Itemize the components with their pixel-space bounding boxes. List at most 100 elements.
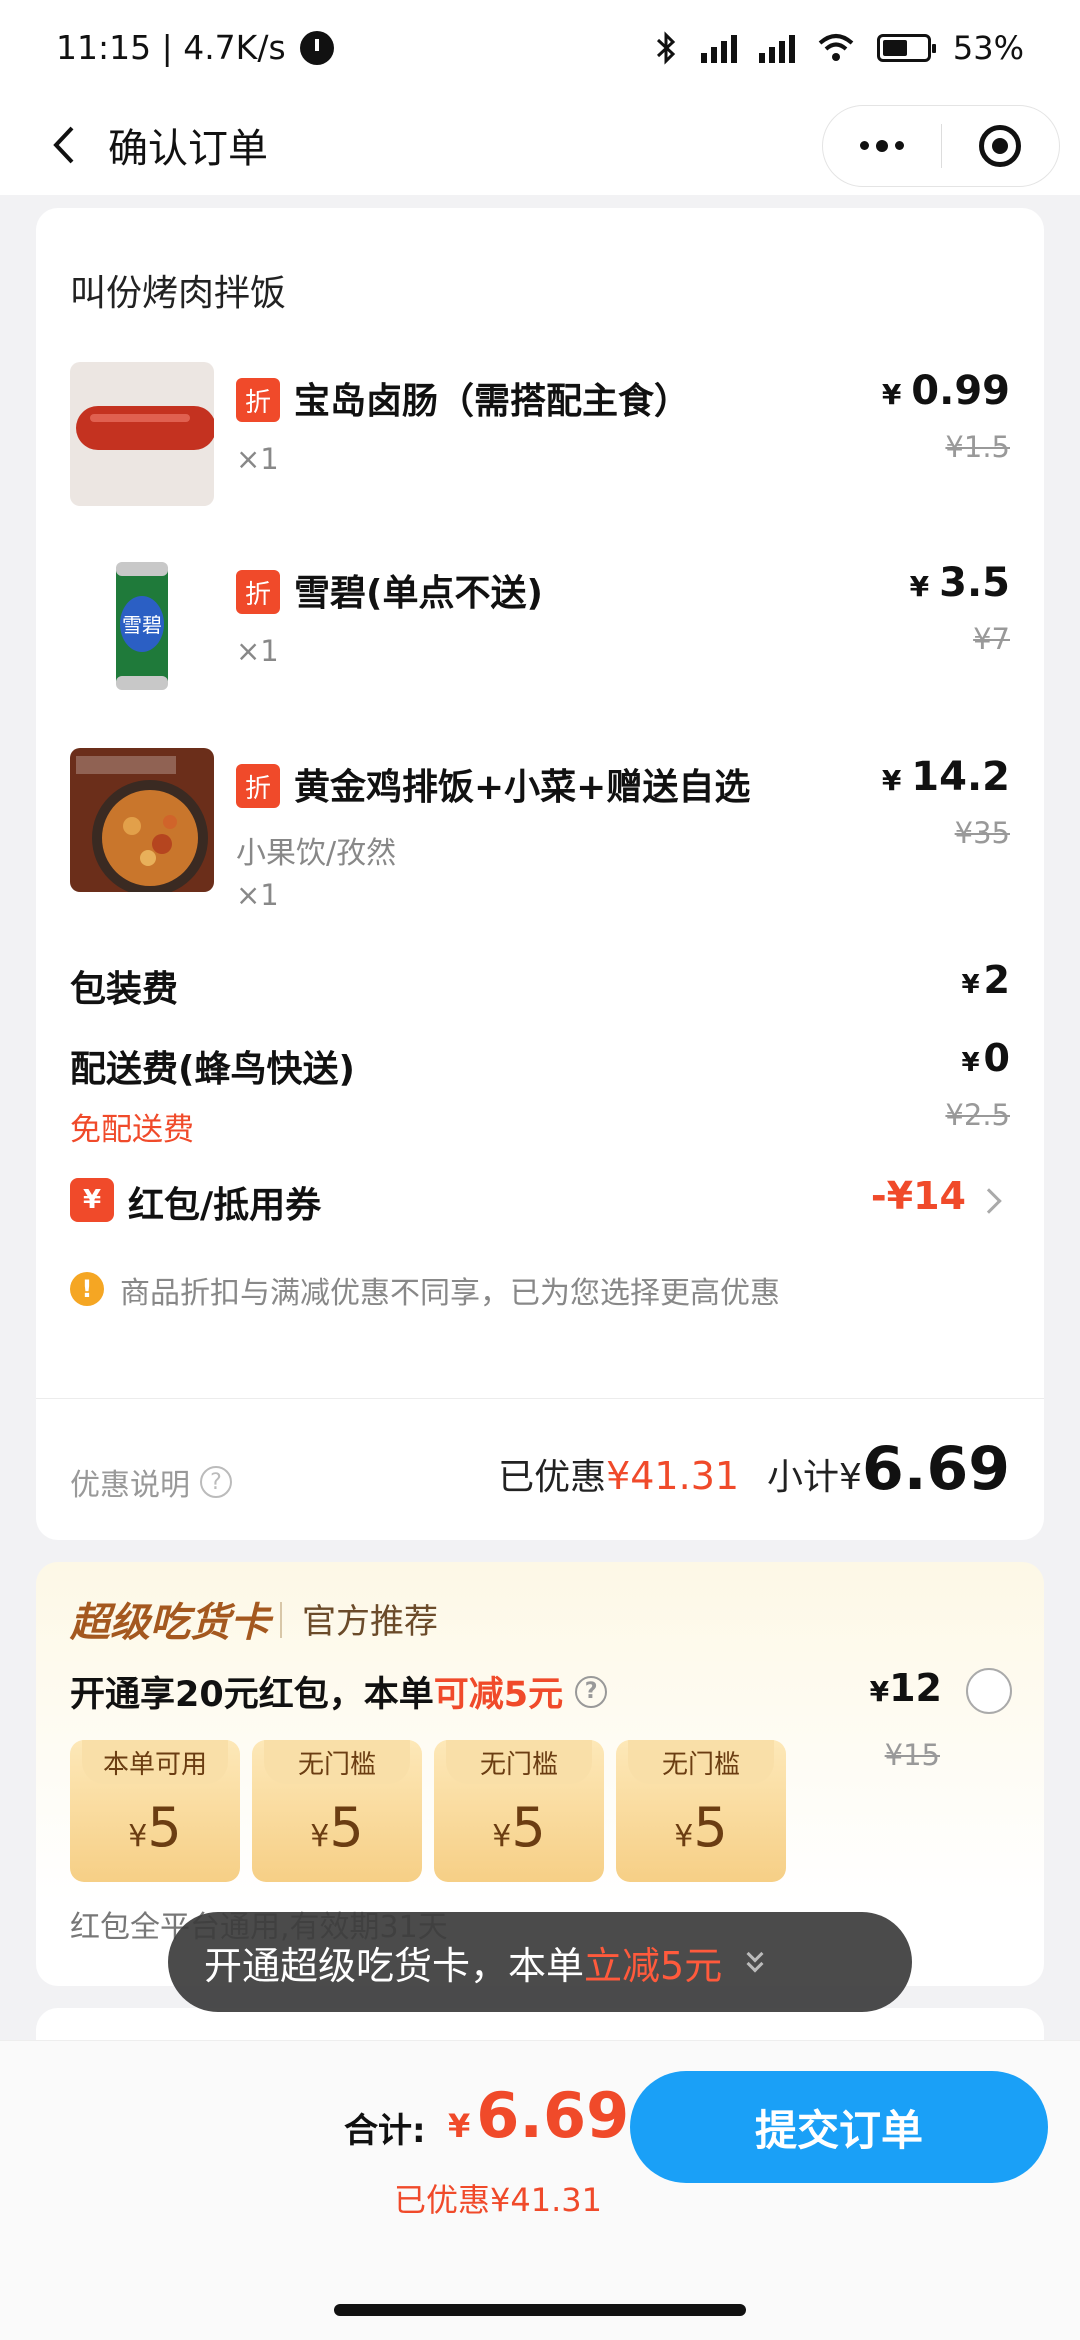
- order-card: 叫份烤肉拌饭 折 宝岛卤肠（需搭配主食） ×1 ¥0.99 ¥1.5 雪碧 折 …: [36, 208, 1044, 1540]
- voucher-amount-value: 5: [329, 1796, 364, 1859]
- yen-symbol: ¥: [310, 1819, 330, 1854]
- super-card-price-value: 12: [889, 1666, 942, 1710]
- voucher: 无门槛 ¥5: [616, 1740, 786, 1882]
- more-icon[interactable]: [823, 139, 941, 152]
- voucher-amount: ¥5: [616, 1796, 786, 1859]
- offer-highlight: 可减5元: [433, 1675, 564, 1715]
- voucher: 无门槛 ¥5: [252, 1740, 422, 1882]
- item-original-price: ¥7: [973, 622, 1010, 656]
- target-icon: [979, 125, 1022, 167]
- total-saved: 已优惠¥41.31: [394, 2181, 602, 2219]
- super-card-price: ¥12: [870, 1666, 942, 1710]
- total-label: 合计:: [344, 2111, 426, 2151]
- total-value: ¥6.69: [448, 2079, 629, 2152]
- battery-percent: 53%: [952, 28, 1024, 67]
- page-title: 确认订单: [108, 126, 268, 172]
- subtotal-value: 6.69: [861, 1434, 1010, 1504]
- order-item: 折 宝岛卤肠（需搭配主食） ×1 ¥0.99 ¥1.5: [70, 362, 1010, 512]
- back-button[interactable]: [34, 115, 94, 175]
- yen-symbol: ¥: [961, 1048, 980, 1078]
- voucher: 本单可用 ¥5: [70, 1740, 240, 1882]
- yen-symbol: ¥: [448, 2107, 471, 2145]
- bluetooth-icon: [656, 30, 676, 65]
- delivery-fee-label: 配送费(蜂鸟快送): [70, 1049, 355, 1090]
- item-price-value: 14.2: [911, 754, 1010, 800]
- packing-fee-value: ¥2: [961, 958, 1010, 1002]
- yen-symbol: ¥: [961, 970, 980, 1000]
- help-icon[interactable]: ?: [200, 1466, 232, 1498]
- help-icon[interactable]: ?: [575, 1675, 608, 1708]
- voucher-amount-value: 5: [147, 1796, 182, 1859]
- yen-symbol: ¥: [909, 570, 930, 603]
- super-card-radio[interactable]: [966, 1668, 1012, 1714]
- subtotal-label: 小计¥: [767, 1457, 862, 1498]
- yen-symbol: ¥: [492, 1819, 512, 1854]
- status-left: 11:15 | 4.7K/s: [56, 28, 334, 67]
- wifi-icon: [818, 33, 854, 61]
- divider: [36, 1398, 1044, 1399]
- miniapp-capsule: [822, 105, 1060, 187]
- voucher-amount-value: 5: [511, 1796, 546, 1859]
- chevron-left-icon: [53, 126, 74, 164]
- submit-order-button[interactable]: 提交订单: [630, 2071, 1048, 2183]
- item-name: 黄金鸡排饭+小菜+赠送自选: [294, 767, 751, 808]
- coupon-label[interactable]: 红包/抵用券: [128, 1176, 321, 1228]
- item-original-price: ¥1.5: [945, 430, 1010, 464]
- yen-symbol: ¥: [881, 378, 902, 411]
- voucher-amount: ¥5: [434, 1796, 604, 1859]
- status-bar: 11:15 | 4.7K/s 53%: [0, 0, 1080, 95]
- saved-label: 已优惠: [498, 1457, 607, 1498]
- checkout-bar: 合计: ¥6.69 已优惠¥41.31 提交订单: [0, 2040, 1080, 2340]
- voucher-amount: ¥5: [70, 1796, 240, 1859]
- item-price-value: 0.99: [911, 368, 1010, 414]
- item-qty: ×1: [236, 634, 279, 668]
- item-price: ¥0.99: [882, 368, 1010, 414]
- signal-icon: [758, 33, 795, 63]
- item-qty: ×1: [236, 442, 279, 476]
- super-card-original-price: ¥15: [884, 1738, 940, 1772]
- promo-toast[interactable]: 开通超级吃货卡，本单 立减5元: [168, 1912, 912, 2012]
- status-time: 11:15 | 4.7K/s: [56, 28, 286, 67]
- item-name: 雪碧(单点不送): [294, 573, 543, 614]
- item-spec: 小果饮/孜然: [236, 836, 397, 871]
- yen-symbol: ¥: [674, 1819, 694, 1854]
- total-amount: 6.69: [476, 2079, 630, 2152]
- yen-symbol: ¥: [881, 764, 902, 797]
- free-delivery-note: 免配送费: [70, 1112, 194, 1148]
- item-price: ¥14.2: [882, 754, 1010, 800]
- delivery-fee-value: ¥0: [961, 1036, 1010, 1080]
- voucher-tag: 无门槛: [446, 1740, 592, 1784]
- item-price: ¥3.5: [910, 560, 1010, 606]
- discount-explanation[interactable]: 优惠说明 ?: [70, 1460, 232, 1504]
- super-card-offer: 开通享20元红包，本单 可减5元 ?: [70, 1666, 608, 1717]
- yen-symbol: ¥: [128, 1819, 148, 1854]
- discount-tag: 折: [236, 570, 280, 614]
- super-card-title: 超级吃货卡: [70, 1600, 270, 1646]
- order-item: 雪碧 折 雪碧(单点不送) ×1 ¥3.5 ¥7: [70, 554, 1010, 704]
- voucher-tag: 本单可用: [82, 1740, 228, 1784]
- alarm-icon: [299, 30, 334, 65]
- coupon-value[interactable]: -¥14: [871, 1174, 966, 1218]
- item-name: 宝岛卤肠（需搭配主食）: [294, 381, 691, 422]
- yen-symbol: ¥: [869, 1675, 890, 1708]
- status-right: 53%: [653, 29, 1024, 67]
- close-miniapp-button[interactable]: [942, 125, 1060, 167]
- voucher-tag: 无门槛: [628, 1740, 774, 1784]
- super-card-subtitle: 官方推荐: [302, 1602, 438, 1642]
- voucher-amount: ¥5: [252, 1796, 422, 1859]
- discount-tag: 折: [236, 764, 280, 808]
- saved-value: ¥41.31: [606, 1454, 740, 1498]
- svg-text:雪碧: 雪碧: [122, 613, 162, 637]
- warning-icon: !: [70, 1272, 104, 1306]
- item-image-sprite: 雪碧: [70, 554, 214, 698]
- home-indicator[interactable]: [334, 2304, 746, 2316]
- delivery-fee-amount: 0: [983, 1036, 1010, 1080]
- discount-tag: 折: [236, 378, 280, 422]
- packing-fee-amount: 2: [983, 958, 1010, 1002]
- item-qty: ×1: [236, 878, 279, 912]
- item-price-value: 3.5: [939, 560, 1010, 606]
- signal-hd-icon: [700, 33, 737, 63]
- toast-prefix: 开通超级吃货卡，本单: [204, 1943, 585, 1988]
- shop-name: 叫份烤肉拌饭: [70, 273, 287, 314]
- chevron-right-icon[interactable]: [976, 1188, 1002, 1214]
